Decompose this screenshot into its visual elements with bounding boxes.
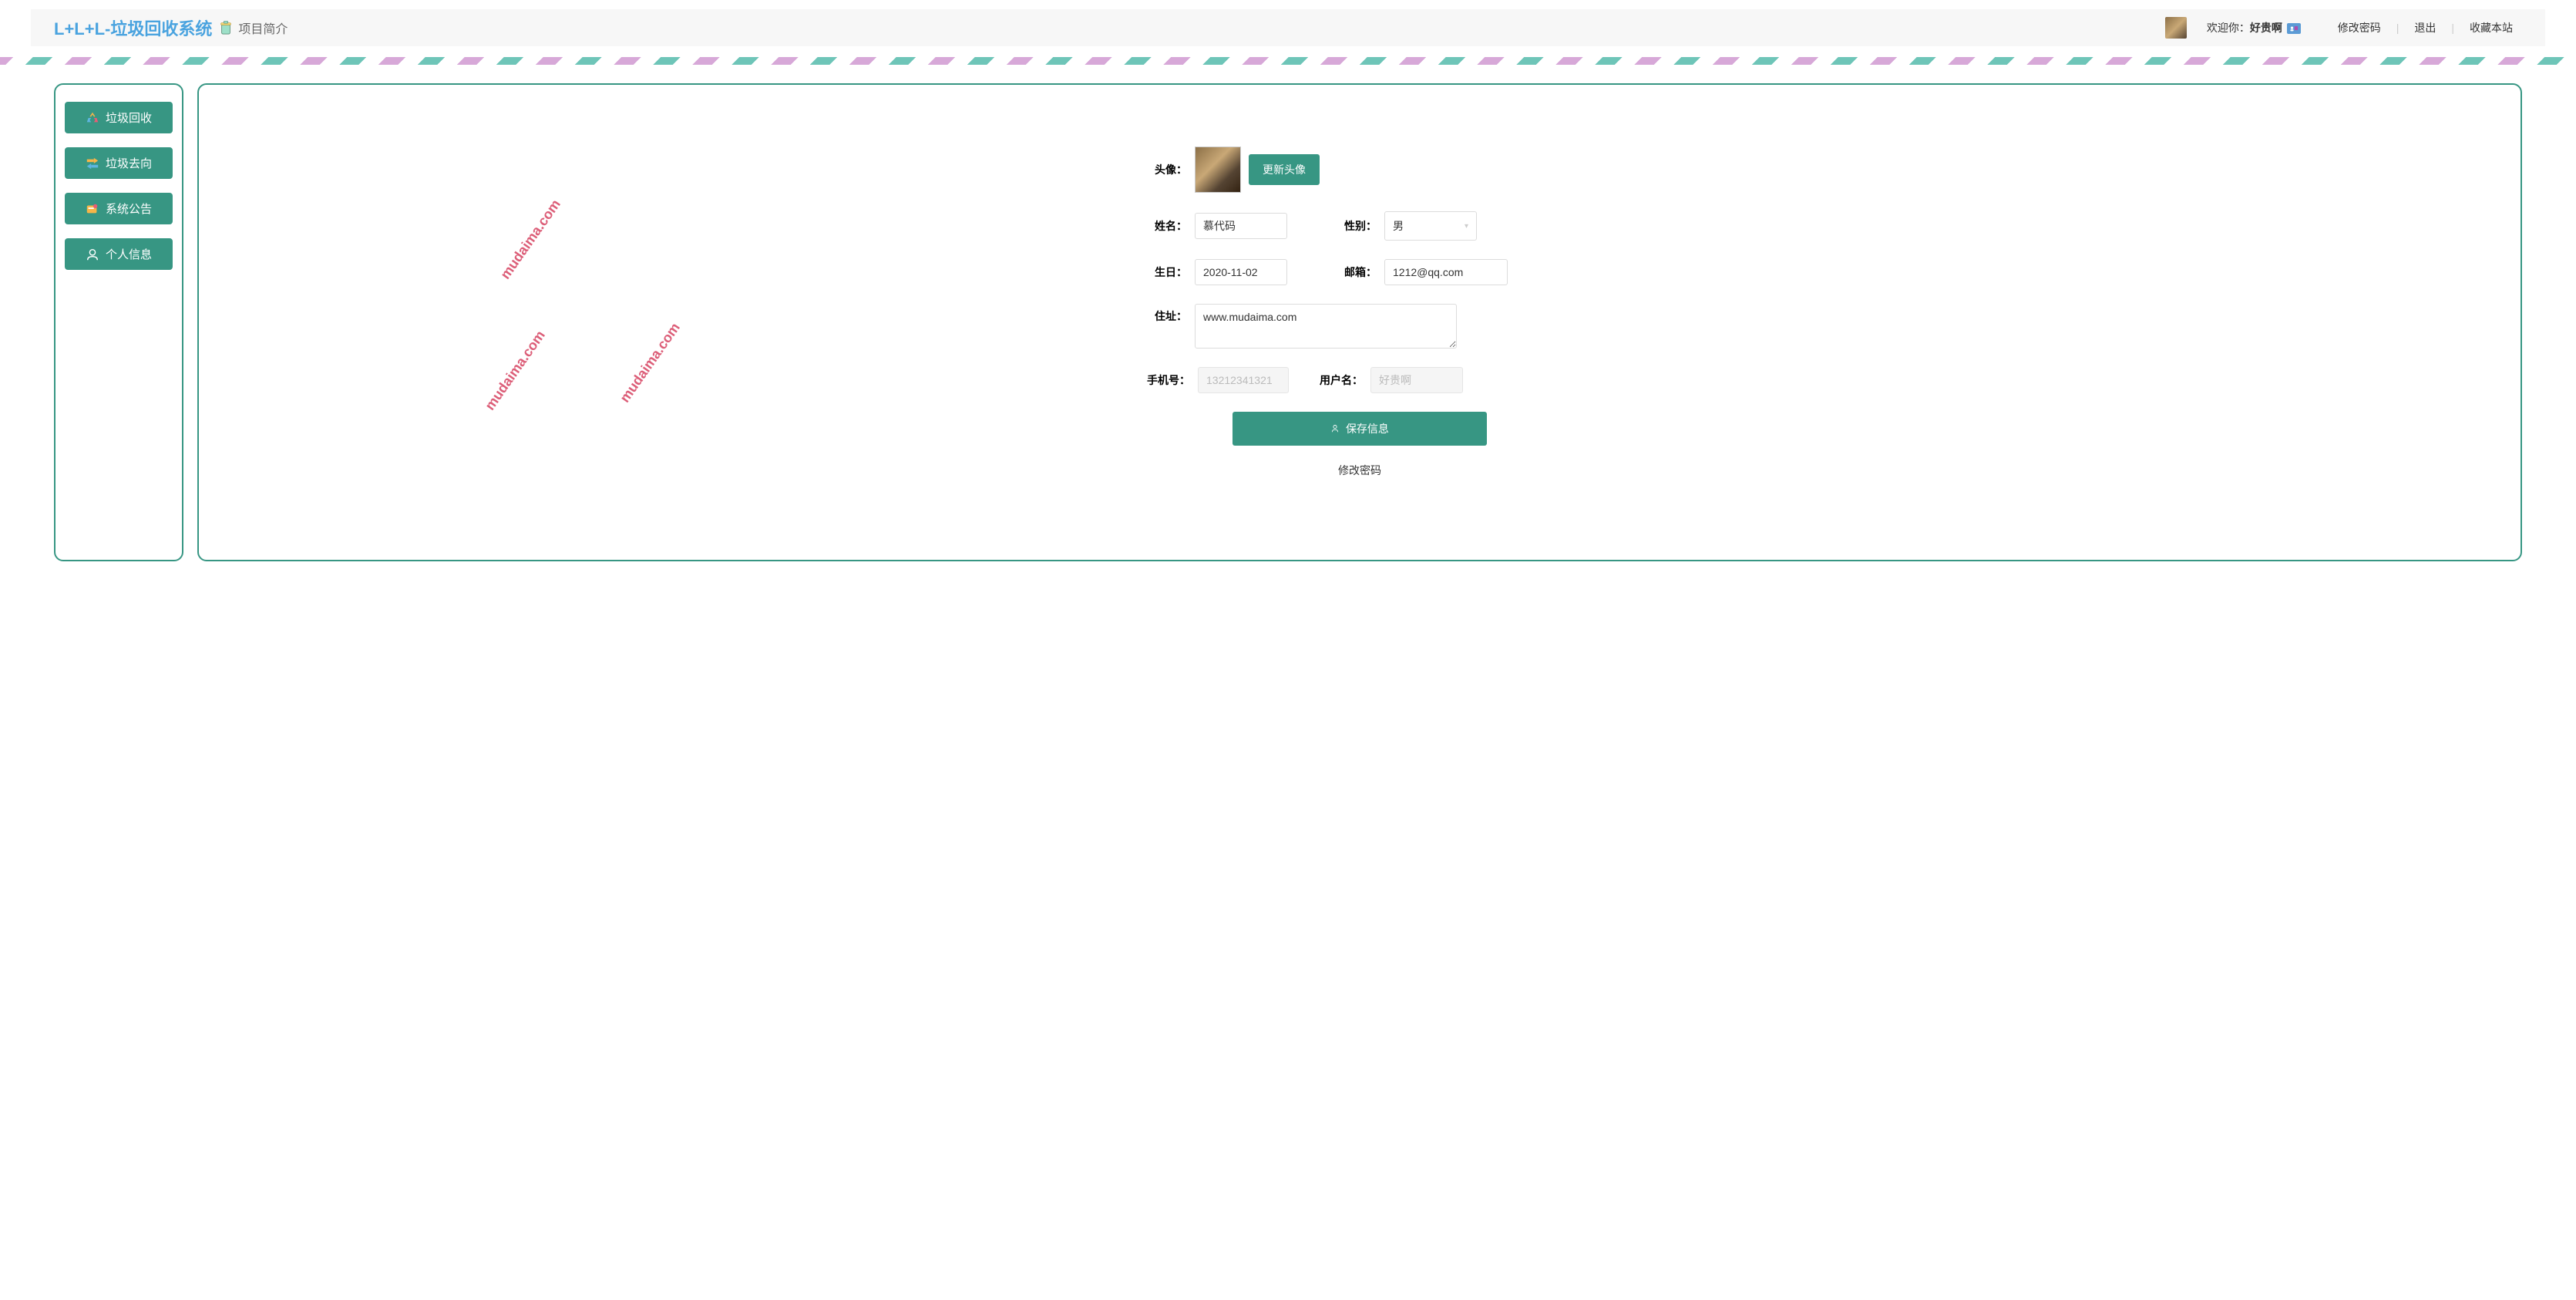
- divider: |: [2451, 22, 2454, 34]
- phone-label: 手机号：: [1144, 372, 1190, 388]
- save-button[interactable]: 保存信息: [1233, 412, 1487, 446]
- sidebar-item-recycle[interactable]: 垃圾回收: [65, 102, 173, 133]
- decorative-stripe: [0, 57, 2576, 65]
- avatar-preview: [1195, 147, 1241, 193]
- sidebar-item-direction[interactable]: 垃圾去向: [65, 147, 173, 179]
- announce-icon: [86, 202, 99, 216]
- birthday-label: 生日：: [1144, 264, 1187, 280]
- avatar-label: 头像：: [1144, 162, 1187, 177]
- content-panel: mudaima.com mudaima.com mudaima.com 头像： …: [197, 83, 2522, 561]
- gender-label: 性别：: [1333, 218, 1377, 234]
- favorite-link[interactable]: 收藏本站: [2470, 20, 2513, 35]
- name-input[interactable]: [1195, 213, 1287, 239]
- sidebar-item-announce[interactable]: 系统公告: [65, 193, 173, 224]
- profile-form: 头像： 更新头像 姓名： 性别： 男 ▾: [1144, 147, 1576, 478]
- user-icon: [1330, 423, 1343, 435]
- divider: |: [2396, 22, 2399, 34]
- change-password-bottom-link[interactable]: 修改密码: [1144, 463, 1576, 478]
- change-password-link[interactable]: 修改密码: [2338, 20, 2381, 35]
- main-container: 垃圾回收 垃圾去向 系统公告 个人信息 mudaima.com mudaima.…: [0, 65, 2576, 580]
- watermark: mudaima.com: [482, 328, 549, 413]
- sidebar-item-label: 系统公告: [106, 200, 152, 217]
- project-intro-link[interactable]: 项目简介: [238, 19, 288, 37]
- sidebar-item-label: 个人信息: [106, 246, 152, 262]
- sidebar: 垃圾回收 垃圾去向 系统公告 个人信息: [54, 83, 183, 561]
- app-logo: L+L+L-垃圾回收系统: [54, 15, 212, 40]
- watermark: mudaima.com: [617, 320, 684, 406]
- recycle-icon: [86, 111, 99, 125]
- email-input[interactable]: [1384, 259, 1508, 285]
- save-button-label: 保存信息: [1346, 423, 1389, 435]
- sidebar-item-profile[interactable]: 个人信息: [65, 238, 173, 270]
- watermark: mudaima.com: [497, 197, 564, 282]
- birthday-input[interactable]: [1195, 259, 1287, 285]
- header-avatar[interactable]: [2165, 17, 2187, 39]
- chevron-down-icon: ▾: [1465, 222, 1468, 231]
- gender-value: 男: [1393, 218, 1404, 234]
- update-avatar-button[interactable]: 更新头像: [1249, 154, 1320, 185]
- gender-select[interactable]: 男 ▾: [1384, 211, 1477, 241]
- direction-icon: [86, 157, 99, 170]
- sidebar-item-label: 垃圾去向: [106, 155, 152, 171]
- welcome-text: 欢迎你：好贵啊: [2207, 20, 2301, 35]
- header-right: 欢迎你：好贵啊 修改密码 | 退出 | 收藏本站: [2165, 17, 2522, 39]
- welcome-prefix: 欢迎你：: [2207, 22, 2250, 34]
- logout-link[interactable]: 退出: [2414, 20, 2436, 35]
- username-label: 用户名：: [1313, 372, 1363, 388]
- header-bar: L+L+L-垃圾回收系统 项目简介 欢迎你：好贵啊 修改密码 | 退出 | 收藏…: [31, 9, 2545, 46]
- user-icon: [86, 248, 99, 261]
- sidebar-item-label: 垃圾回收: [106, 109, 152, 126]
- username-input: [1370, 367, 1463, 393]
- trash-can-icon: [218, 19, 234, 36]
- welcome-username: 好贵啊: [2250, 22, 2282, 34]
- phone-input: [1198, 367, 1289, 393]
- name-label: 姓名：: [1144, 218, 1187, 234]
- id-card-icon: [2287, 23, 2301, 34]
- address-textarea[interactable]: [1195, 304, 1457, 349]
- address-label: 住址：: [1144, 308, 1187, 324]
- email-label: 邮箱：: [1333, 264, 1377, 280]
